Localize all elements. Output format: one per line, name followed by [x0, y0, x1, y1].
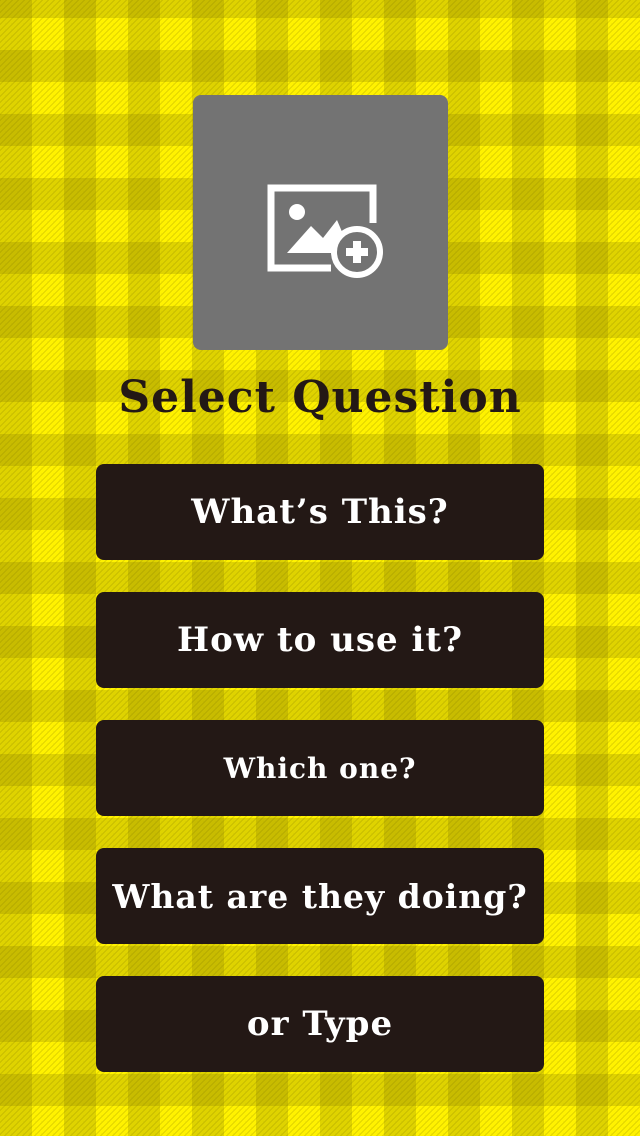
add-photo-icon — [267, 184, 383, 278]
question-button-which-one[interactable]: Which one? — [96, 720, 544, 816]
question-button-what-are-they-doing[interactable]: What are they doing? — [96, 848, 544, 944]
question-button-whats-this[interactable]: What’s This? — [96, 464, 544, 560]
add-photo-button[interactable] — [193, 95, 448, 350]
type-question-button[interactable]: or Type — [96, 976, 544, 1072]
page-title: Select Question — [118, 372, 522, 423]
question-button-how-to-use[interactable]: How to use it? — [96, 592, 544, 688]
